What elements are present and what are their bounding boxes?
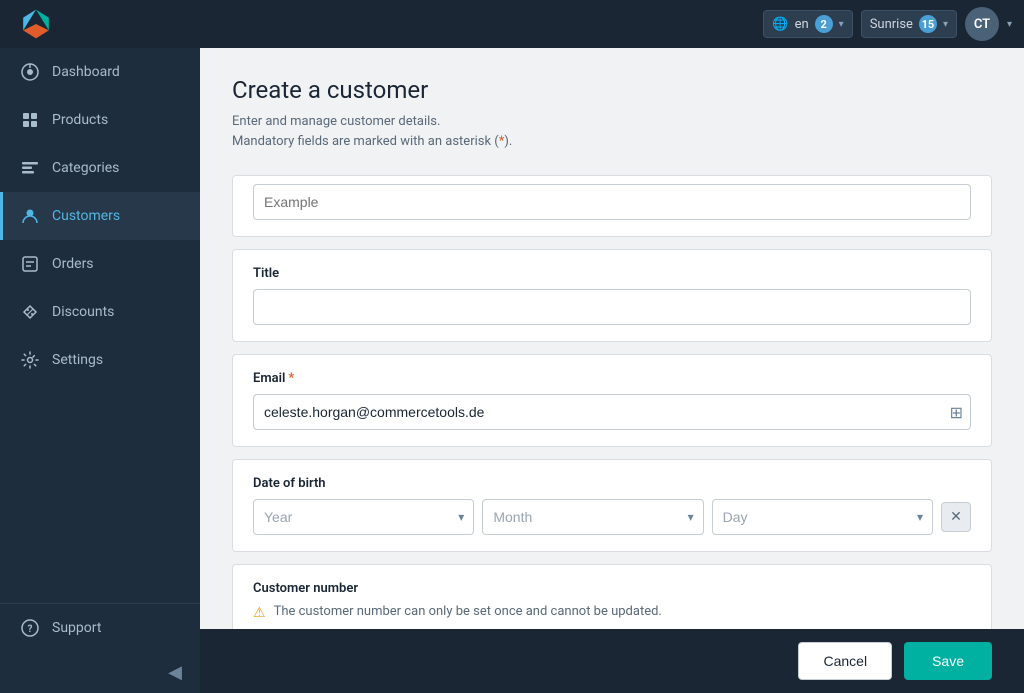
dob-field-card: Date of birth Year 20242023200019901980 … xyxy=(232,459,992,552)
title-field-card: Title xyxy=(232,249,992,342)
sidebar-item-label: Settings xyxy=(52,352,103,368)
logo[interactable] xyxy=(20,8,52,40)
email-field: Email* ⊞ xyxy=(233,355,991,446)
sidebar-item-settings[interactable]: Settings xyxy=(0,336,200,384)
dob-year-wrapper: Year 20242023200019901980 xyxy=(253,499,474,535)
email-input-wrapper: ⊞ xyxy=(253,394,971,430)
dob-label: Date of birth xyxy=(253,476,971,491)
dob-month-wrapper: Month JanuaryFebruaryMarch AprilMayJune … xyxy=(482,499,703,535)
project-selector[interactable]: Sunrise 15 ▾ xyxy=(861,10,957,38)
sidebar-item-categories[interactable]: Categories xyxy=(0,144,200,192)
svg-text:?: ? xyxy=(28,624,33,635)
orders-icon xyxy=(20,254,40,274)
title-input[interactable] xyxy=(253,289,971,325)
customers-icon xyxy=(20,206,40,226)
sidebar-item-label: Products xyxy=(52,112,108,128)
title-label: Title xyxy=(253,266,971,281)
dashboard-icon xyxy=(20,62,40,82)
sidebar-item-support[interactable]: ? Support xyxy=(0,604,200,652)
dob-day-select[interactable]: Day 12345 xyxy=(712,499,933,535)
project-badge: 15 xyxy=(919,15,937,33)
email-input[interactable] xyxy=(253,394,971,430)
project-name: Sunrise xyxy=(870,17,913,32)
sidebar-item-orders[interactable]: Orders xyxy=(0,240,200,288)
sidebar: Dashboard Products Catego xyxy=(0,48,200,693)
language-arrow: ▾ xyxy=(839,19,844,30)
page-subtitle: Enter and manage customer details. Manda… xyxy=(232,112,992,151)
save-button[interactable]: Save xyxy=(904,642,992,680)
partial-input[interactable] xyxy=(253,184,971,220)
sidebar-collapse-button[interactable]: ◀ xyxy=(0,652,200,693)
user-avatar[interactable]: CT xyxy=(965,7,999,41)
user-menu-arrow[interactable]: ▾ xyxy=(1007,19,1012,30)
customer-number-warning: ⚠ The customer number can only be set on… xyxy=(253,604,971,621)
warning-icon: ⚠ xyxy=(253,605,266,621)
cancel-button[interactable]: Cancel xyxy=(798,642,892,680)
warning-text: The customer number can only be set once… xyxy=(274,604,662,619)
partial-field-card xyxy=(232,175,992,237)
dob-day-wrapper: Day 12345 xyxy=(712,499,933,535)
dob-clear-button[interactable]: ✕ xyxy=(941,502,971,532)
sidebar-item-label: Categories xyxy=(52,160,119,176)
email-field-card: Email* ⊞ xyxy=(232,354,992,447)
project-arrow: ▾ xyxy=(943,19,948,30)
main-content: Create a customer Enter and manage custo… xyxy=(200,48,1024,693)
globe-icon: 🌐 xyxy=(772,17,788,32)
sidebar-item-dashboard[interactable]: Dashboard xyxy=(0,48,200,96)
sidebar-item-label: Support xyxy=(52,620,101,636)
topbar: 🌐 en 2 ▾ Sunrise 15 ▾ CT ▾ xyxy=(0,0,1024,48)
sidebar-item-products[interactable]: Products xyxy=(0,96,200,144)
products-icon xyxy=(20,110,40,130)
support-icon: ? xyxy=(20,618,40,638)
email-label: Email* xyxy=(253,371,971,386)
customer-number-label: Customer number xyxy=(253,581,971,596)
user-initials: CT xyxy=(974,17,990,32)
categories-icon xyxy=(20,158,40,178)
language-selector[interactable]: 🌐 en 2 ▾ xyxy=(763,10,852,38)
collapse-icon: ◀ xyxy=(168,662,182,683)
bottom-action-bar: Cancel Save xyxy=(200,629,1024,693)
sidebar-item-discounts[interactable]: Discounts xyxy=(0,288,200,336)
email-icon[interactable]: ⊞ xyxy=(950,403,963,422)
page-title: Create a customer xyxy=(232,76,992,104)
sidebar-item-label: Discounts xyxy=(52,304,114,320)
title-field: Title xyxy=(233,250,991,341)
sidebar-item-label: Customers xyxy=(52,208,120,224)
language-badge: 2 xyxy=(815,15,833,33)
sidebar-item-label: Dashboard xyxy=(52,64,120,80)
settings-icon xyxy=(20,350,40,370)
language-code: en xyxy=(795,17,809,32)
dob-year-select[interactable]: Year 20242023200019901980 xyxy=(253,499,474,535)
discounts-icon xyxy=(20,302,40,322)
sidebar-item-label: Orders xyxy=(52,256,94,272)
sidebar-item-customers[interactable]: Customers xyxy=(0,192,200,240)
dob-month-select[interactable]: Month JanuaryFebruaryMarch AprilMayJune … xyxy=(482,499,703,535)
dob-selects-row: Year 20242023200019901980 Month JanuaryF… xyxy=(253,499,971,535)
dob-field: Date of birth Year 20242023200019901980 … xyxy=(233,460,991,551)
